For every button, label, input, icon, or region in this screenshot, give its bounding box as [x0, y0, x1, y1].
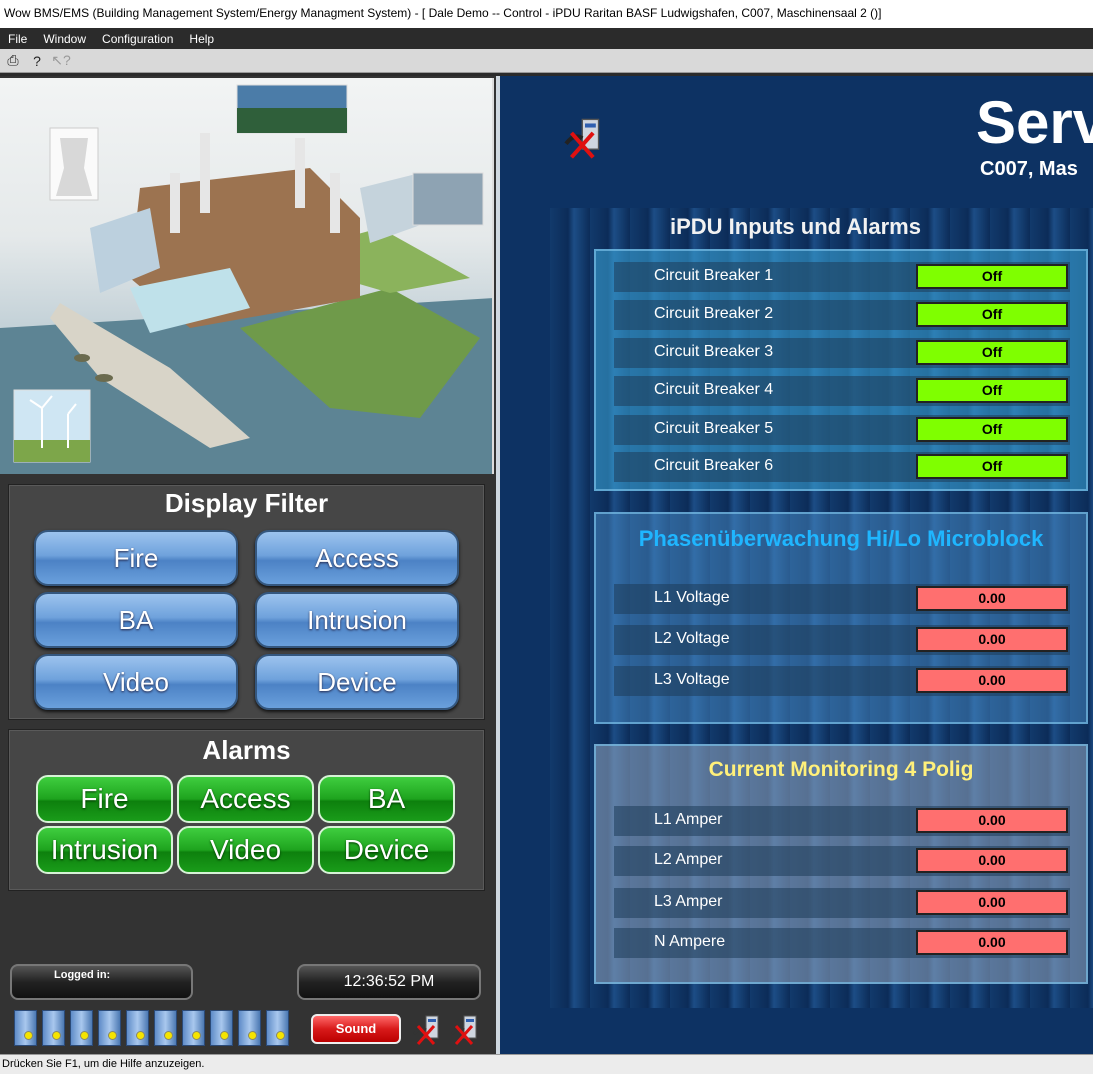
- voltage-value: 0.00: [916, 668, 1068, 693]
- network-disconnected-icon[interactable]: [560, 114, 610, 160]
- alarm-access-button[interactable]: Access: [177, 775, 314, 823]
- left-pane: Display Filter Fire Access BA Intrusion …: [0, 76, 496, 1054]
- status-bar: Drücken Sie F1, um die Hilfe anzuzeigen.: [0, 1054, 1093, 1074]
- filter-fire-button[interactable]: Fire: [34, 530, 238, 586]
- row-label: L1 Voltage: [654, 589, 730, 606]
- current-monitoring-section: Current Monitoring 4 Polig L1 Amper 0.00…: [594, 744, 1088, 984]
- server-icon[interactable]: [210, 1010, 233, 1046]
- circuit-breaker-row: Circuit Breaker 6 Off: [614, 452, 1070, 482]
- phase-section-title: Phasenüberwachung Hi/Lo Microblock: [638, 526, 1044, 551]
- context-help-icon[interactable]: ↖?: [51, 52, 71, 70]
- alarm-video-button[interactable]: Video: [177, 826, 314, 874]
- row-label: N Ampere: [654, 933, 726, 950]
- display-filter-panel: Display Filter Fire Access BA Intrusion …: [8, 484, 485, 720]
- status-value: Off: [916, 378, 1068, 403]
- current-value: 0.00: [916, 890, 1068, 915]
- menu-help[interactable]: Help: [181, 32, 222, 46]
- server-icon[interactable]: [98, 1010, 121, 1046]
- row-label: L1 Amper: [654, 811, 723, 828]
- clock-display: 12:36:52 PM: [297, 964, 481, 1000]
- server-icon[interactable]: [238, 1010, 261, 1046]
- voltage-value: 0.00: [916, 627, 1068, 652]
- voltage-row: L2 Voltage 0.00: [614, 625, 1070, 655]
- row-label: L2 Amper: [654, 851, 723, 868]
- menu-configuration[interactable]: Configuration: [94, 32, 181, 46]
- current-section-title: Current Monitoring 4 Polig: [708, 758, 974, 781]
- circuit-breaker-row: Circuit Breaker 5 Off: [614, 415, 1070, 445]
- logged-in-display: Logged in:: [10, 964, 193, 1000]
- server-icon[interactable]: [42, 1010, 65, 1046]
- current-row: L1 Amper 0.00: [614, 806, 1070, 836]
- current-value: 0.00: [916, 930, 1068, 955]
- row-label: Circuit Breaker 2: [654, 305, 774, 322]
- voltage-row: L3 Voltage 0.00: [614, 666, 1070, 696]
- ipdu-section: Circuit Breaker 1 Off Circuit Breaker 2 …: [594, 249, 1088, 491]
- row-label: L3 Voltage: [654, 671, 730, 688]
- server-icon[interactable]: [70, 1010, 93, 1046]
- current-value: 0.00: [916, 848, 1068, 873]
- filter-ba-button[interactable]: BA: [34, 592, 238, 648]
- server-icon[interactable]: [266, 1010, 289, 1046]
- filter-device-button[interactable]: Device: [255, 654, 459, 710]
- server-room-pane: Serv C007, Mas iPDU Inputs und Alarms Ci…: [496, 76, 1093, 1054]
- status-value: Off: [916, 454, 1068, 479]
- alarm-fire-button[interactable]: Fire: [36, 775, 173, 823]
- menu-file[interactable]: File: [0, 32, 35, 46]
- campus-overview-image: [0, 78, 494, 474]
- row-label: Circuit Breaker 6: [654, 457, 774, 474]
- circuit-breaker-row: Circuit Breaker 4 Off: [614, 376, 1070, 406]
- row-label: L3 Amper: [654, 893, 723, 910]
- alarms-title: Alarms: [202, 735, 291, 765]
- menu-window[interactable]: Window: [35, 32, 94, 46]
- current-row: L2 Amper 0.00: [614, 846, 1070, 876]
- status-value: Off: [916, 264, 1068, 289]
- server-icon[interactable]: [126, 1010, 149, 1046]
- printer-icon[interactable]: ⎙: [4, 52, 22, 70]
- filter-access-button[interactable]: Access: [255, 530, 459, 586]
- server-subtitle: C007, Mas: [980, 158, 1078, 180]
- alarms-panel: Alarms Fire Access BA Intrusion Video De…: [8, 729, 485, 891]
- toolbar: ⎙ ? ↖?: [0, 49, 1093, 73]
- status-value: Off: [916, 417, 1068, 442]
- circuit-breaker-row: Circuit Breaker 3 Off: [614, 338, 1070, 368]
- circuit-breaker-row: Circuit Breaker 1 Off: [614, 262, 1070, 292]
- server-icon[interactable]: [14, 1010, 37, 1046]
- menu-bar: File Window Configuration Help: [0, 28, 1093, 49]
- server-status-strip: [14, 1010, 289, 1046]
- network-disconnected-icon[interactable]: [450, 1012, 482, 1046]
- server-icon[interactable]: [182, 1010, 205, 1046]
- sound-button[interactable]: Sound: [311, 1014, 401, 1044]
- row-label: Circuit Breaker 1: [654, 267, 774, 284]
- row-label: Circuit Breaker 5: [654, 420, 774, 437]
- alarm-device-button[interactable]: Device: [318, 826, 455, 874]
- voltage-value: 0.00: [916, 586, 1068, 611]
- display-filter-title: Display Filter: [164, 488, 329, 518]
- alarm-intrusion-button[interactable]: Intrusion: [36, 826, 173, 874]
- current-value: 0.00: [916, 808, 1068, 833]
- row-label: L2 Voltage: [654, 630, 730, 647]
- ipdu-section-title: iPDU Inputs und Alarms: [670, 214, 921, 239]
- row-label: Circuit Breaker 4: [654, 381, 774, 398]
- window-title: Wow BMS/EMS (Building Management System/…: [0, 0, 1093, 28]
- current-row: N Ampere 0.00: [614, 928, 1070, 958]
- alarm-ba-button[interactable]: BA: [318, 775, 455, 823]
- filter-intrusion-button[interactable]: Intrusion: [255, 592, 459, 648]
- current-row: L3 Amper 0.00: [614, 888, 1070, 918]
- filter-video-button[interactable]: Video: [34, 654, 238, 710]
- row-label: Circuit Breaker 3: [654, 343, 774, 360]
- phase-monitoring-section: Phasenüberwachung Hi/Lo Microblock L1 Vo…: [594, 512, 1088, 724]
- help-icon[interactable]: ?: [28, 52, 46, 70]
- status-value: Off: [916, 302, 1068, 327]
- server-icon[interactable]: [154, 1010, 177, 1046]
- voltage-row: L1 Voltage 0.00: [614, 584, 1070, 614]
- server-title: Serv: [976, 89, 1093, 156]
- network-disconnected-icon[interactable]: [412, 1012, 444, 1046]
- circuit-breaker-row: Circuit Breaker 2 Off: [614, 300, 1070, 330]
- status-value: Off: [916, 340, 1068, 365]
